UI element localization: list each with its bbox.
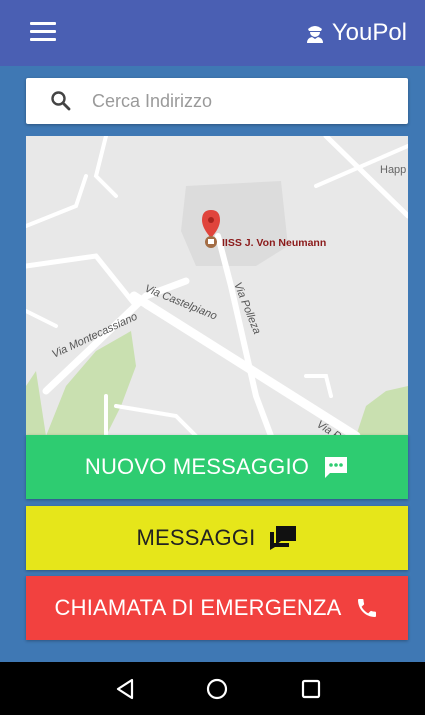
messages-button[interactable]: MESSAGGI bbox=[26, 506, 408, 570]
marker-label: IISS J. Von Neumann bbox=[222, 237, 326, 249]
emergency-call-button[interactable]: CHIAMATA DI EMERGENZA bbox=[26, 576, 408, 640]
messages-forum-icon bbox=[270, 526, 297, 550]
search-bar[interactable] bbox=[26, 78, 408, 124]
emergency-call-label: CHIAMATA DI EMERGENZA bbox=[54, 595, 342, 620]
search-input[interactable] bbox=[90, 89, 374, 113]
recents-square-icon[interactable] bbox=[296, 674, 326, 704]
map-canvas[interactable]: Via Castelpiano Via Montecassiano Via Po… bbox=[26, 136, 408, 436]
brand: YouPol bbox=[306, 18, 407, 48]
back-triangle-icon[interactable] bbox=[110, 674, 140, 704]
home-circle-icon[interactable] bbox=[202, 674, 232, 704]
app-bar: YouPol bbox=[0, 0, 425, 66]
messages-label: MESSAGGI bbox=[136, 525, 256, 550]
map-poi-label: Happ bbox=[380, 164, 406, 176]
hamburger-menu-icon[interactable] bbox=[30, 22, 56, 42]
new-message-label: NUOVO MESSAGGIO bbox=[84, 454, 310, 479]
search-icon bbox=[51, 91, 71, 111]
phone-icon bbox=[358, 599, 377, 617]
map-view[interactable]: Via Castelpiano Via Montecassiano Via Po… bbox=[26, 136, 408, 436]
campus-area bbox=[181, 181, 288, 266]
new-message-button[interactable]: NUOVO MESSAGGIO bbox=[26, 435, 408, 499]
main-content: Via Castelpiano Via Montecassiano Via Po… bbox=[0, 66, 425, 662]
android-navigation-bar bbox=[0, 662, 425, 715]
police-officer-icon bbox=[306, 26, 323, 43]
chat-message-icon bbox=[325, 457, 348, 478]
brand-name: YouPol bbox=[331, 19, 407, 46]
